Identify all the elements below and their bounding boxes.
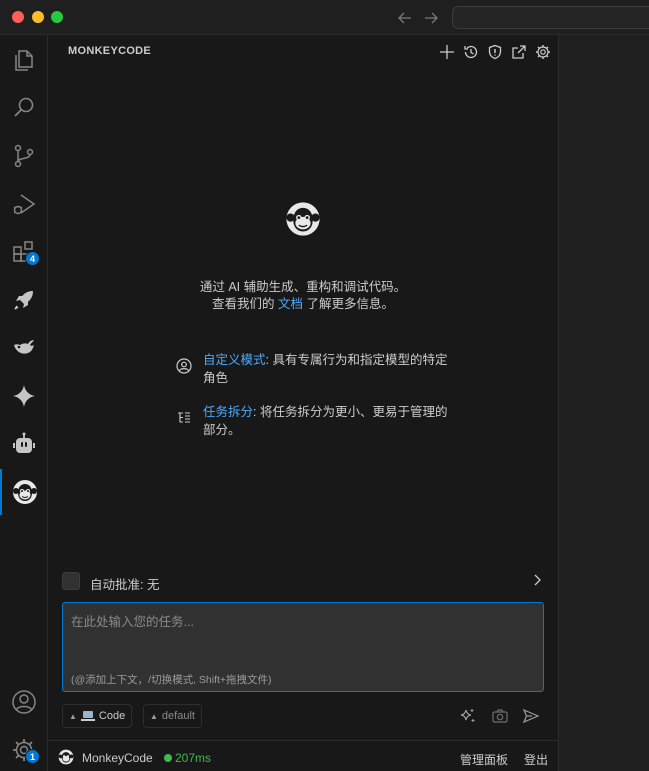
feature-task-split: 任务拆分: 将任务拆分为更小、更易于管理的部分。: [176, 403, 456, 443]
status-indicator-dot: [164, 754, 172, 762]
task-list-icon: [178, 412, 190, 423]
monkey-logo-icon: [286, 202, 320, 236]
whale-icon: [14, 340, 34, 354]
history-button[interactable]: [462, 43, 480, 61]
monkeycode-panel: MONKEYCODE 通过 AI 辅助生成、重构和调试代码。 查看我们的 文档 …: [48, 35, 558, 771]
feature-task-split-text: 任务拆分: 将任务拆分为更小、更易于管理的部分。: [203, 403, 453, 439]
logout-link[interactable]: 登出: [524, 751, 548, 768]
panel-actions: [438, 43, 552, 61]
search-icon: [14, 97, 34, 117]
panel-status-bar: MonkeyCode 207ms 管理面板 登出: [48, 740, 558, 771]
custom-modes-link[interactable]: 自定义模式: [203, 353, 266, 367]
editor-area: [558, 35, 649, 771]
mode-selector[interactable]: ▲ Code: [62, 704, 133, 728]
activity-manage[interactable]: 1: [0, 727, 48, 771]
task-input-box: (@添加上下文，/切换模式, Shift+拖拽文件): [62, 602, 544, 692]
activity-account[interactable]: [0, 679, 48, 725]
intro-prefix: 查看我们的: [212, 297, 278, 311]
profile-selector[interactable]: ▲ default: [143, 704, 202, 728]
new-task-button[interactable]: [438, 43, 456, 61]
admin-panel-link[interactable]: 管理面板: [460, 751, 508, 768]
activity-monkeycode[interactable]: [0, 469, 48, 515]
open-in-editor-button[interactable]: [510, 43, 528, 61]
intro-suffix: 了解更多信息。: [303, 297, 394, 311]
plus-icon: [440, 45, 454, 59]
robot-icon: [13, 432, 35, 453]
sparkle-icon: [13, 385, 35, 407]
account-name: MonkeyCode: [82, 751, 153, 765]
input-hint: (@添加上下文，/切换模式, Shift+拖拽文件): [71, 674, 272, 686]
activity-source-control[interactable]: [0, 133, 48, 179]
auto-approve-label: 自动批准: 无: [90, 578, 160, 592]
history-icon: [464, 45, 478, 59]
source-control-icon: [14, 144, 34, 168]
profile-label: default: [161, 710, 195, 722]
extensions-badge: 4: [25, 251, 40, 266]
send-icon[interactable]: [522, 707, 540, 725]
run-debug-icon: [13, 194, 36, 215]
settings-button[interactable]: [534, 43, 552, 61]
manage-badge: 1: [25, 749, 40, 764]
minimize-window-button[interactable]: [32, 11, 44, 23]
rocket-icon: [14, 291, 33, 310]
forward-arrow-icon[interactable]: [422, 9, 440, 27]
back-arrow-icon[interactable]: [396, 9, 414, 27]
activity-bar: 4 1: [0, 35, 48, 771]
open-external-icon: [512, 45, 526, 59]
chevron-up-icon: ▲: [150, 711, 158, 721]
close-window-button[interactable]: [12, 11, 24, 23]
intro-text: 通过 AI 辅助生成、重构和调试代码。 查看我们的 文档 了解更多信息。: [48, 279, 558, 313]
account-circle-icon: [176, 358, 192, 374]
chevron-right-icon[interactable]: [530, 573, 544, 587]
account-icon: [12, 690, 36, 714]
monkey-icon: [13, 480, 37, 504]
command-center-input[interactable]: [452, 6, 649, 29]
docs-link[interactable]: 文档: [278, 297, 303, 311]
laptop-icon: [80, 711, 95, 721]
shield-icon: [488, 44, 502, 60]
files-icon: [15, 50, 33, 71]
enhance-prompt-icon[interactable]: [459, 707, 477, 725]
task-input[interactable]: [63, 603, 543, 663]
activity-whale[interactable]: [0, 325, 48, 371]
shield-button[interactable]: [486, 43, 504, 61]
activity-sparkle[interactable]: [0, 373, 48, 419]
activity-run-debug[interactable]: [0, 181, 48, 227]
feature-custom-modes-text: 自定义模式: 具有专属行为和指定模型的特定角色: [203, 351, 453, 387]
activity-rocket[interactable]: [0, 277, 48, 323]
latency-value: 207ms: [175, 751, 212, 765]
mode-label: Code: [98, 710, 126, 722]
panel-title: MONKEYCODE: [68, 45, 152, 57]
camera-icon[interactable]: [491, 707, 509, 725]
auto-approve-row[interactable]: 自动批准: 无: [62, 571, 544, 592]
monkey-icon: [58, 749, 74, 765]
task-split-link[interactable]: 任务拆分: [203, 405, 253, 419]
auto-approve-checkbox[interactable]: [62, 572, 80, 590]
feature-custom-modes: 自定义模式: 具有专属行为和指定模型的特定角色: [176, 351, 456, 391]
intro-line-2: 查看我们的 文档 了解更多信息。: [48, 296, 558, 313]
intro-line-1: 通过 AI 辅助生成、重构和调试代码。: [199, 280, 407, 294]
title-bar: [0, 0, 649, 35]
activity-extensions[interactable]: 4: [0, 229, 48, 275]
gear-icon: [536, 45, 550, 59]
chevron-up-icon: ▲: [69, 711, 77, 721]
maximize-window-button[interactable]: [51, 11, 63, 23]
activity-search[interactable]: [0, 85, 48, 131]
activity-explorer[interactable]: [0, 37, 48, 83]
input-toolbar: ▲ Code ▲ default: [62, 704, 544, 728]
activity-robot[interactable]: [0, 421, 48, 467]
